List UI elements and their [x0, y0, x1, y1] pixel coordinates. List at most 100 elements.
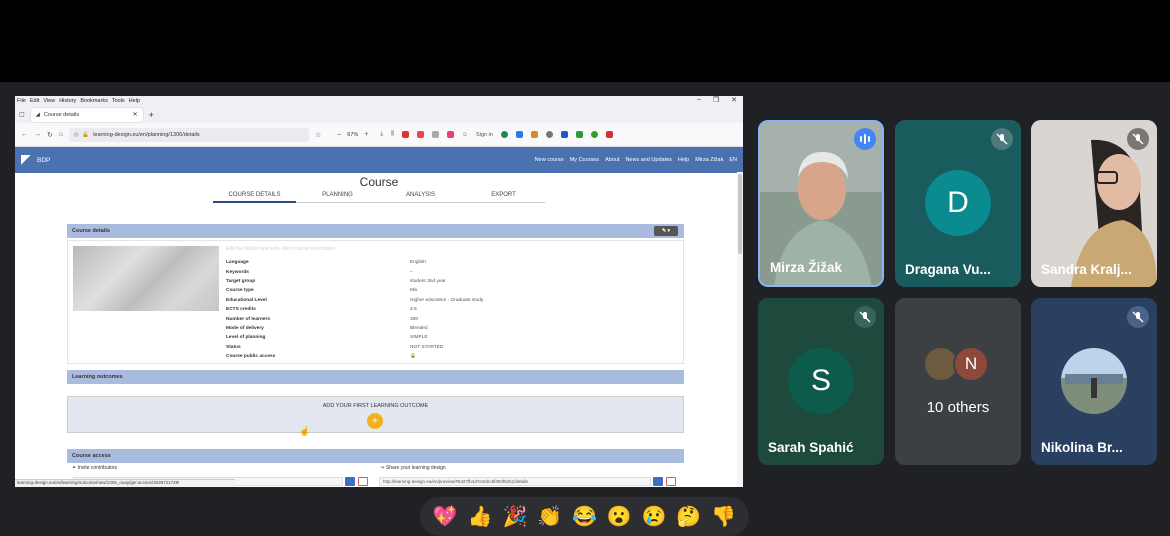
add-outcome-button[interactable]: + — [367, 413, 383, 429]
menu-file[interactable]: File — [17, 98, 26, 104]
menu-history[interactable]: History — [59, 98, 76, 104]
address-bar[interactable]: ◇ 🔒 learning-design.eu/en/planning/1306/… — [69, 127, 310, 142]
tab-export[interactable]: EXPORT — [462, 192, 545, 203]
extension-icon[interactable] — [416, 131, 424, 138]
tab-course-details[interactable]: COURSE DETAILS — [213, 192, 296, 203]
reload-icon[interactable]: ↻ — [47, 131, 53, 139]
maximize-icon[interactable]: ❐ — [713, 96, 719, 104]
window-controls: – ❐ ✕ — [697, 96, 737, 104]
nav-user[interactable]: Mirza Zižak — [695, 157, 723, 163]
site-favicon-icon: ◢ — [35, 111, 40, 118]
participant-tile-nikolina[interactable]: Nikolina Br... — [1031, 298, 1157, 465]
party-reaction-icon[interactable]: 🎉 — [502, 504, 527, 529]
participant-name: Sarah Spahić — [768, 440, 854, 455]
new-tab-icon[interactable]: + — [149, 110, 154, 120]
extension-icon[interactable] — [515, 131, 523, 138]
property-key: Status — [226, 344, 241, 350]
menu-tools[interactable]: Tools — [112, 98, 125, 104]
back-icon[interactable]: ← — [21, 131, 28, 138]
home-icon[interactable]: ⌂ — [59, 131, 63, 138]
page-scrollbar[interactable] — [737, 172, 743, 487]
sign-in-label[interactable]: Sign in — [476, 132, 493, 138]
reset-invite-button[interactable] — [358, 477, 368, 486]
invite-label: Invite contributors — [77, 465, 118, 471]
nav-new-course[interactable]: New course — [535, 157, 564, 163]
property-value: English — [410, 260, 426, 266]
property-value: – — [410, 269, 413, 275]
extension-icon[interactable] — [401, 131, 409, 138]
surprised-reaction-icon[interactable]: 😮 — [607, 504, 632, 529]
extension-icon[interactable] — [431, 131, 439, 138]
nav-language[interactable]: EN — [729, 157, 737, 163]
participant-tile-sarah[interactable]: S Sarah Spahić — [758, 298, 884, 465]
participant-tile-sandra[interactable]: Sandra Kralj... — [1031, 120, 1157, 287]
edit-button[interactable]: ✎ ▾ — [654, 226, 678, 236]
thumbs-up-reaction-icon[interactable]: 👍 — [468, 504, 493, 529]
menu-help[interactable]: Help — [129, 98, 140, 104]
download-icon[interactable]: ⤓ — [380, 131, 383, 138]
sad-reaction-icon[interactable]: 😢 — [642, 504, 667, 529]
top-black-bar — [0, 0, 1170, 82]
shield-icon: ◇ — [74, 131, 79, 138]
learning-outcomes-header: Learning outcomes — [67, 370, 684, 384]
minimize-icon[interactable]: – — [697, 96, 701, 104]
account-icon[interactable]: ☺ — [462, 132, 468, 138]
thinking-reaction-icon[interactable]: 🤔 — [676, 504, 701, 529]
participant-tile-dragana[interactable]: D Dragana Vu... — [895, 120, 1021, 287]
thumbs-down-reaction-icon[interactable]: 👎 — [711, 504, 736, 529]
tab-analysis[interactable]: ANALYSIS — [379, 192, 462, 203]
course-description-placeholder: Edit the details and write short course … — [226, 246, 335, 252]
share-url-text: http://learning-design.eu/en/preview/#54… — [383, 479, 529, 484]
tab-overview-icon[interactable]: ▢ — [19, 111, 25, 118]
menu-view[interactable]: View — [43, 98, 55, 104]
share-url-field[interactable]: http://learning-design.eu/en/preview/#54… — [379, 477, 651, 486]
copy-share-button[interactable] — [653, 477, 663, 486]
reset-share-button[interactable] — [666, 477, 676, 486]
close-tab-icon[interactable]: ✕ — [133, 111, 138, 118]
property-key: Level of planning — [226, 335, 266, 341]
scrollbar-thumb[interactable] — [738, 174, 742, 254]
menu-bookmarks[interactable]: Bookmarks — [80, 98, 108, 104]
menu-edit[interactable]: Edit — [30, 98, 39, 104]
forward-icon[interactable]: → — [34, 131, 41, 138]
edit-icon: ✎ ▾ — [661, 228, 671, 234]
property-key: Mode of delivery — [226, 325, 264, 331]
zoom-out-icon[interactable]: – — [337, 131, 341, 138]
property-value: SIMPLE — [410, 335, 428, 341]
participant-tile-others[interactable]: N 10 others — [895, 298, 1021, 465]
nav-help[interactable]: Help — [678, 157, 689, 163]
nav-news[interactable]: News and Updates — [625, 157, 671, 163]
clap-reaction-icon[interactable]: 👏 — [537, 504, 562, 529]
extension-icon[interactable] — [605, 131, 613, 138]
extension-icon[interactable] — [530, 131, 538, 138]
close-window-icon[interactable]: ✕ — [731, 96, 737, 104]
mic-muted-icon — [854, 306, 876, 328]
property-key: ECTS credits — [226, 307, 256, 313]
property-key: Course public access — [226, 354, 276, 360]
browser-tab-course-details[interactable]: ◢ Course details ✕ — [30, 107, 143, 122]
avatar: N — [953, 346, 989, 382]
extension-icon[interactable] — [560, 131, 568, 138]
property-row: Number of learners 300 — [226, 314, 666, 323]
library-icon[interactable]: ⫼ — [391, 131, 394, 138]
app-logo[interactable]: BDP — [21, 155, 50, 165]
nav-my-courses[interactable]: My Courses — [570, 157, 599, 163]
nav-about[interactable]: About — [605, 157, 619, 163]
extension-icon[interactable] — [545, 131, 553, 138]
zoom-in-icon[interactable]: + — [364, 131, 368, 138]
property-row: Level of planning SIMPLE — [226, 333, 666, 342]
bookmark-icon[interactable]: ☆ — [315, 131, 321, 139]
extension-icon[interactable] — [500, 131, 508, 138]
heart-reaction-icon[interactable]: 💖 — [433, 504, 458, 529]
extension-icon[interactable] — [446, 131, 454, 138]
course-properties: Language English Keywords – Target group stud… — [226, 258, 666, 361]
extension-icon[interactable] — [590, 131, 598, 138]
participant-tile-mirza[interactable]: Mirza Žižak — [758, 120, 884, 287]
share-label: Share your learning design — [385, 465, 446, 471]
tab-planning[interactable]: PLANNING — [296, 192, 379, 203]
copy-invite-button[interactable] — [345, 477, 355, 486]
extension-icon[interactable] — [575, 131, 583, 138]
laugh-reaction-icon[interactable]: 😂 — [572, 504, 597, 529]
reactions-bar: 💖 👍 🎉 👏 😂 😮 😢 🤔 👎 — [420, 497, 749, 536]
zoom-level[interactable]: 67% — [347, 132, 358, 138]
